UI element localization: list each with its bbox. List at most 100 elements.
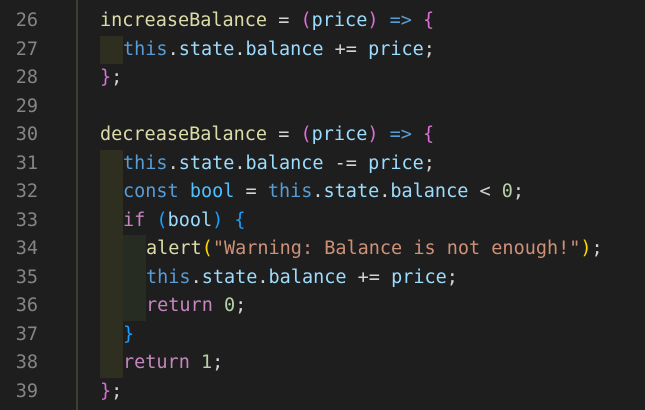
code-token: 0: [223, 295, 236, 316]
code-token: this: [267, 181, 313, 202]
indent-highlight: [100, 235, 123, 264]
line-number: 35: [15, 266, 38, 288]
code-token: ;: [235, 295, 247, 316]
code-token: decreaseBalance: [100, 124, 268, 145]
code-token: return: [123, 352, 190, 373]
code-token: this: [146, 266, 191, 288]
line-number: 28: [15, 67, 38, 88]
code-line[interactable]: return 0;: [146, 292, 246, 321]
indent-highlight: [100, 178, 123, 207]
line-number: 30: [15, 124, 38, 145]
code-token: ;: [591, 238, 603, 259]
code-token: increaseBalance: [100, 10, 268, 31]
indent-highlight: [123, 263, 146, 292]
code-token: "Warning: Balance is not enough!": [212, 238, 581, 259]
code-token: const: [123, 181, 179, 202]
code-token: .: [167, 38, 179, 60]
line-number: 39: [15, 380, 38, 402]
code-token: ): [367, 124, 379, 145]
indent-highlight: [100, 320, 123, 349]
code-token: state: [178, 152, 235, 174]
code-line[interactable]: alert("Warning: Balance is not enough!")…: [146, 235, 603, 264]
code-line[interactable]: };: [100, 64, 122, 93]
code-token: =: [234, 181, 268, 202]
code-token: (: [300, 10, 312, 31]
code-token: price: [391, 266, 447, 288]
code-line[interactable]: }: [123, 321, 134, 350]
code-token: ): [580, 238, 592, 259]
line-number: 29: [15, 95, 38, 117]
code-token: +=: [346, 266, 392, 288]
code-token: bool: [189, 181, 235, 202]
code-token: (: [156, 209, 168, 231]
line-number: 38: [15, 352, 38, 373]
code-token: if: [123, 209, 146, 231]
code-token: ): [212, 209, 224, 231]
code-token: {: [423, 10, 435, 31]
code-token: =: [267, 10, 301, 31]
code-token: .: [257, 266, 269, 288]
code-token: .: [234, 38, 246, 60]
code-token: this: [123, 152, 168, 174]
code-token: .: [167, 152, 179, 174]
code-token: price: [311, 10, 368, 31]
code-token: (: [201, 238, 213, 259]
code-token: (: [300, 124, 312, 145]
code-token: ;: [111, 380, 123, 402]
code-editor[interactable]: 26 27 28 29 30 31 32 33 34 35 36 37 38 39 increaseBal…: [0, 0, 645, 410]
code-token: balance: [245, 38, 324, 60]
code-line[interactable]: this.state.balance += price;: [123, 36, 435, 65]
code-token: .: [312, 181, 324, 202]
code-line[interactable]: if (bool) {: [123, 207, 246, 236]
line-number: 31: [15, 152, 38, 174]
code-token: price: [368, 38, 424, 60]
code-token: =>: [389, 10, 412, 31]
code-line[interactable]: };: [100, 378, 122, 407]
code-token: -=: [323, 152, 369, 174]
code-token: .: [190, 266, 202, 288]
code-line[interactable]: this.state.balance += price;: [146, 264, 458, 293]
code-token: ): [367, 10, 379, 31]
code-token: ;: [212, 352, 224, 373]
code-token: state: [178, 38, 235, 60]
code-token: <: [468, 181, 502, 202]
code-line[interactable]: decreaseBalance = (price) => {: [100, 121, 434, 150]
code-token: {: [423, 124, 435, 145]
code-token: }: [100, 380, 112, 402]
gutter-divider: [76, 0, 78, 410]
line-number: 36: [15, 295, 38, 316]
line-number-gutter: 26 27 28 29 30 31 32 33 34 35 36 37 38 39: [0, 0, 76, 410]
code-token: .: [234, 152, 246, 174]
line-number: 26: [15, 10, 38, 31]
code-token: =: [267, 124, 301, 145]
indent-highlight: [100, 292, 123, 321]
code-token: =>: [389, 124, 412, 145]
line-number: 32: [15, 181, 38, 202]
code-token: price: [311, 124, 368, 145]
code-token: state: [323, 181, 380, 202]
code-token: alert: [146, 238, 202, 259]
code-line[interactable]: this.state.balance -= price;: [123, 150, 435, 179]
code-token: ;: [111, 67, 123, 88]
code-token: ;: [512, 181, 525, 202]
code-token: this: [123, 38, 168, 60]
line-number: 33: [15, 209, 38, 231]
line-number: 37: [15, 323, 38, 345]
indent-highlight: [123, 235, 146, 264]
indent-highlight: [100, 35, 123, 64]
code-line[interactable]: increaseBalance = (price) => {: [100, 7, 434, 36]
code-line[interactable]: return 1;: [123, 349, 223, 378]
line-number: 27: [15, 38, 38, 60]
indent-highlight: [100, 263, 123, 292]
indent-highlight: [100, 206, 123, 235]
code-line[interactable]: const bool = this.state.balance < 0;: [123, 178, 524, 207]
line-number: 34: [15, 238, 38, 259]
code-token: 1: [200, 352, 213, 373]
code-token: state: [201, 266, 258, 288]
code-token: bool: [167, 209, 213, 231]
